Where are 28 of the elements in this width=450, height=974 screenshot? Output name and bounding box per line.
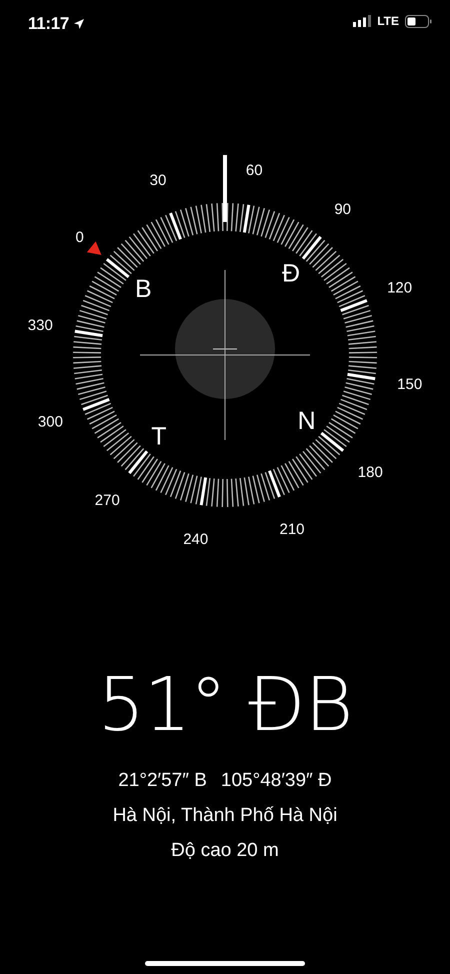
heading-line [223,155,227,222]
degree-label: 60 [246,162,263,179]
longitude: 105°48′39″ Đ [220,769,332,793]
place-name: Hà Nội, Thành Phố Hà Nội [112,804,338,828]
degree-label: 90 [334,201,352,218]
north-marker-icon [86,241,102,255]
battery-icon [405,14,432,28]
signal-icon [353,15,372,27]
degree-label: 120 [387,279,412,296]
degree-label: 150 [397,376,422,393]
heading-reading: 51° ĐB [98,665,352,745]
status-time: 11:17 [28,14,70,34]
degree-label: 240 [183,531,208,548]
direction-label: T [151,422,167,451]
location-arrow-icon [73,18,86,30]
network-type: LTE [377,14,399,28]
elevation: Độ cao 20 m [171,839,279,863]
latitude: 21°2′57″ B [118,769,207,793]
degree-label: 0 [76,228,84,246]
direction-label: B [135,274,152,303]
degree-label: 180 [358,464,383,482]
direction-label: Đ [282,259,300,288]
degree-label: 30 [150,172,166,189]
degree-label: 270 [94,492,120,509]
direction-label: N [298,407,316,436]
degree-label: 210 [280,521,305,538]
degree-label: 330 [28,317,53,334]
degree-label: 300 [38,414,63,431]
